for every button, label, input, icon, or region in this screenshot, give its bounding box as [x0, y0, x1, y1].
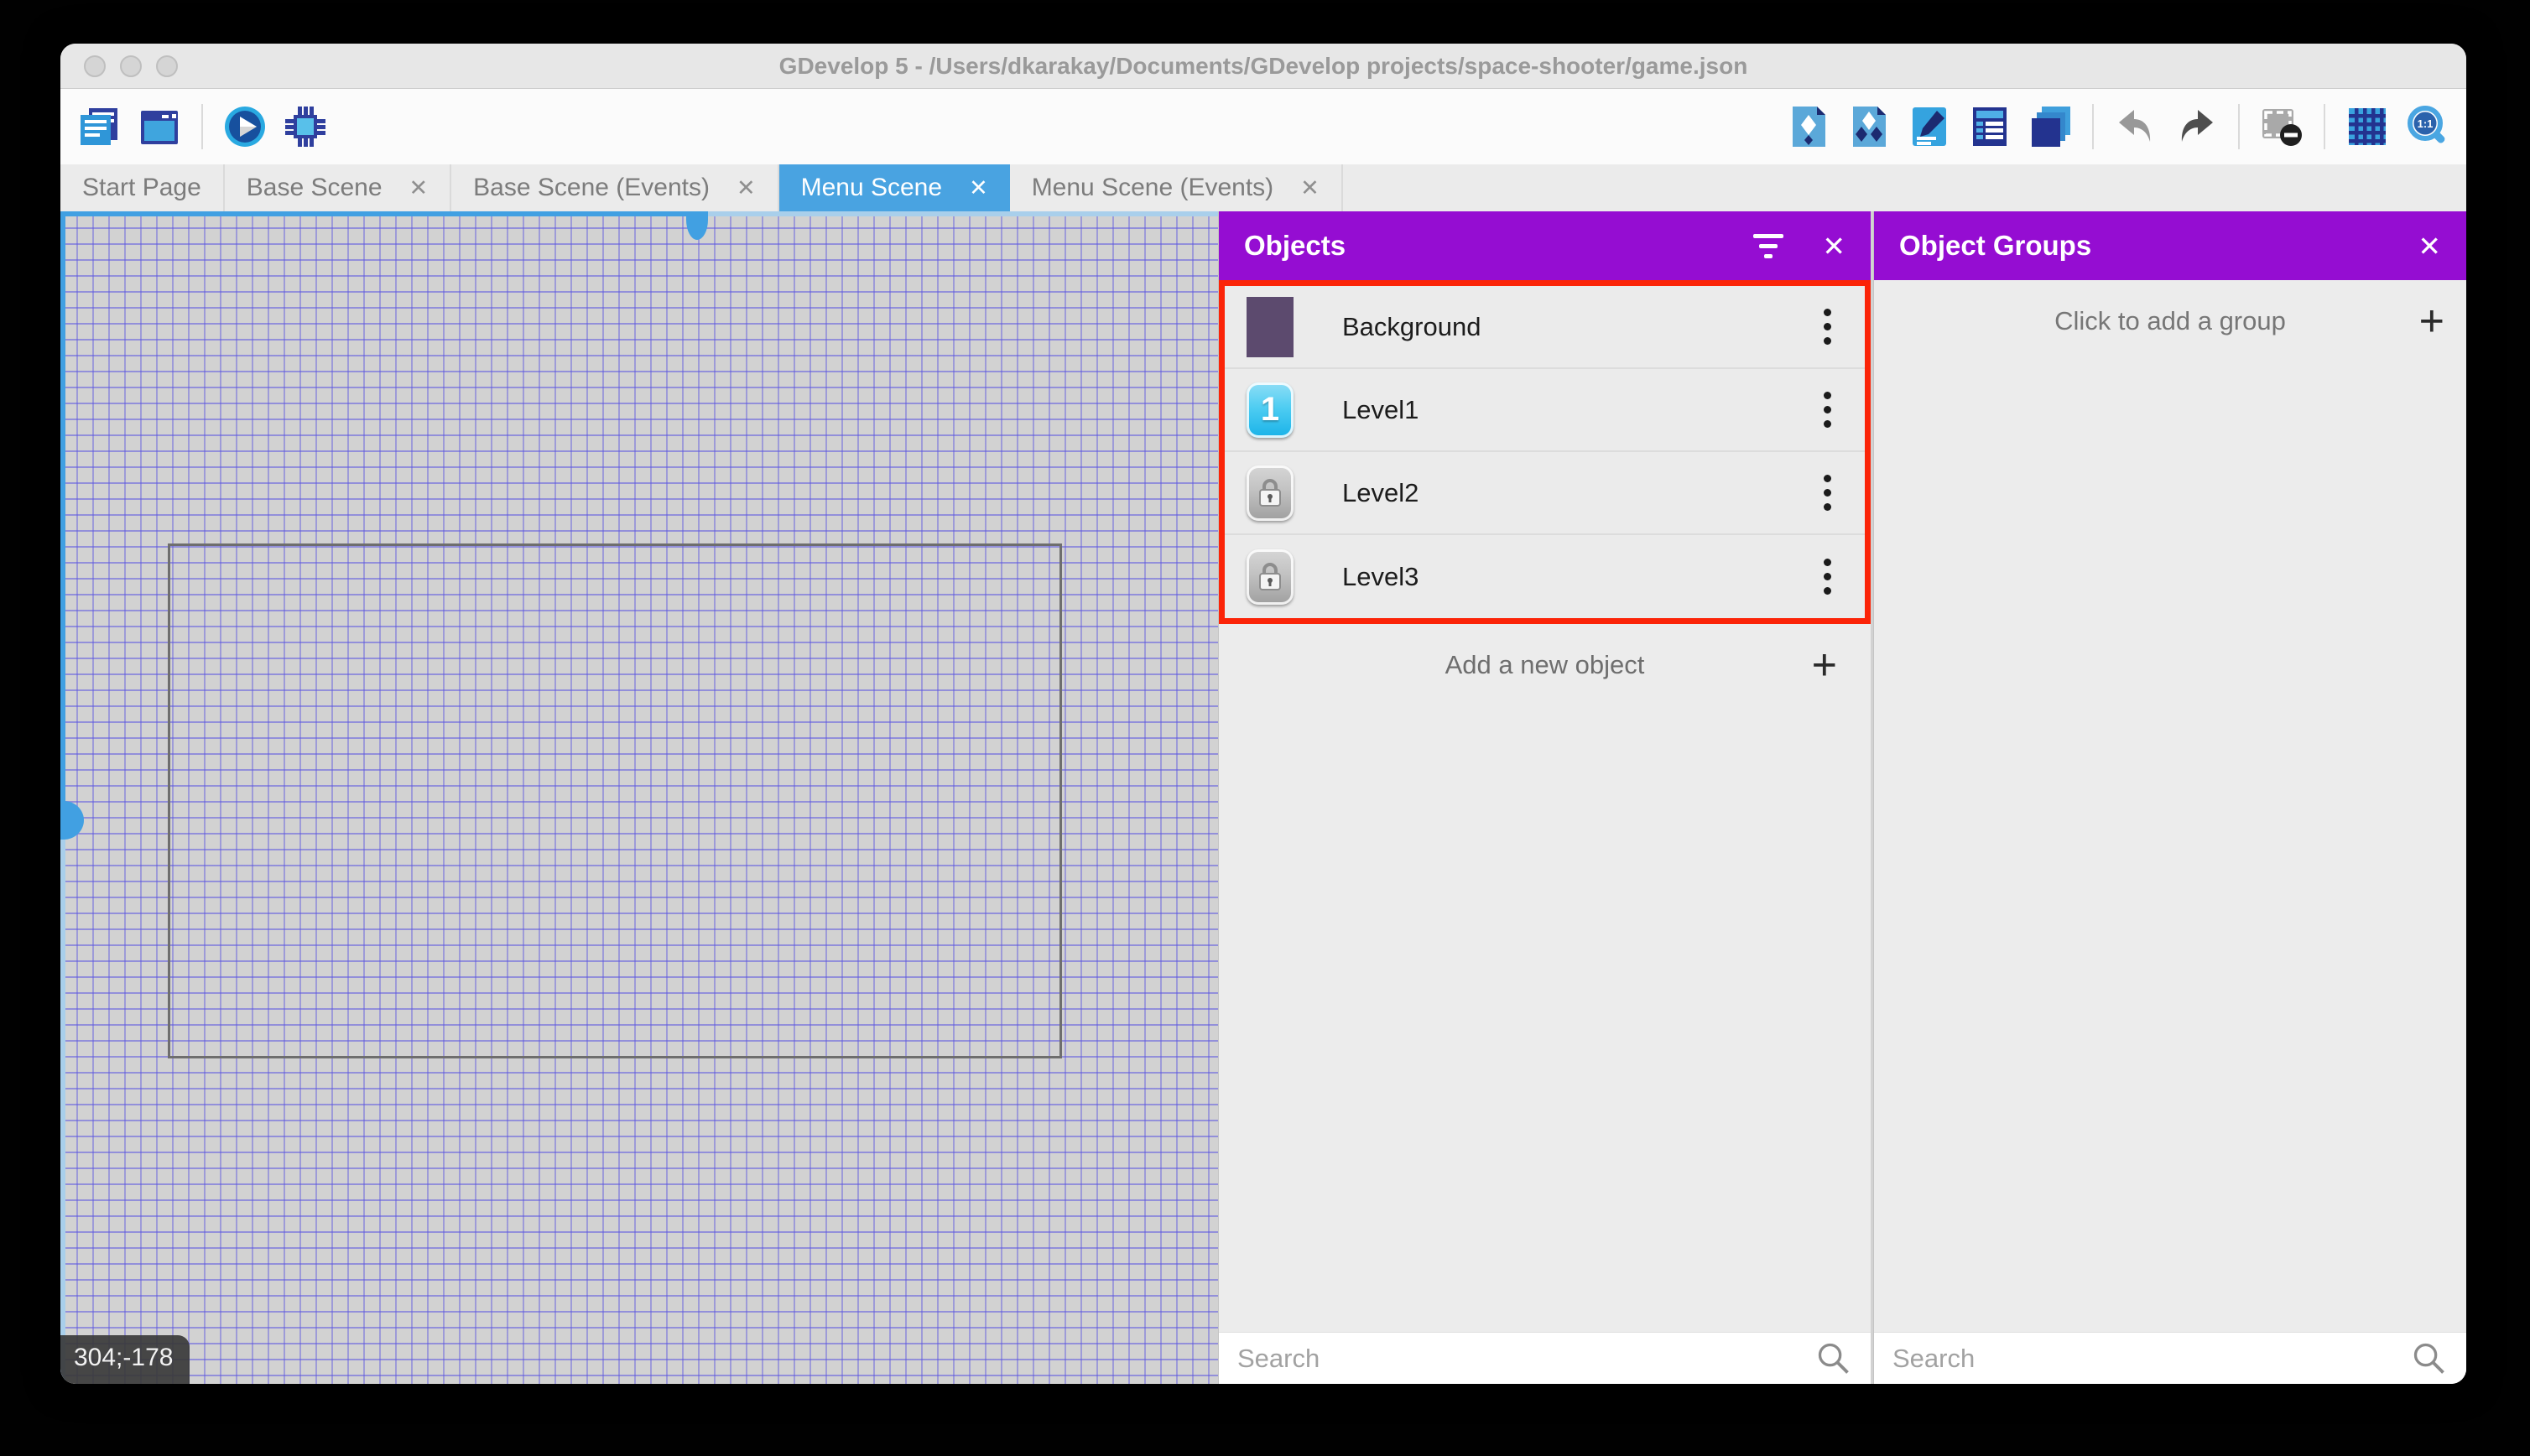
objects-panel: Objects ✕ Background 1 Level1 Level2 Lev… [1218, 211, 1871, 1384]
main-content: 304;-178 Objects ✕ Background 1 Level1 L… [60, 211, 2466, 1384]
tab-label: Base Scene (Events) [473, 174, 710, 201]
undo-icon[interactable] [2114, 105, 2158, 148]
object-groups-empty-space [1874, 362, 2466, 1332]
add-group-label: Click to add a group [2054, 306, 2286, 335]
horizontal-scrollbar-thumb[interactable] [686, 211, 708, 240]
toolbar-separator [2238, 104, 2240, 149]
window-title: GDevelop 5 - /Users/dkarakay/Documents/G… [778, 52, 1748, 79]
zoom-1-1-icon[interactable]: 1:1 [2406, 105, 2449, 148]
vertical-scrollbar-track [60, 211, 65, 818]
object-row-level1[interactable]: 1 Level1 [1225, 369, 1865, 452]
level1-glyph: 1 [1247, 382, 1294, 438]
zoom-ratio-label: 1:1 [2418, 117, 2434, 130]
objects-panel-header: Objects ✕ [1219, 211, 1871, 280]
tab-label: Menu Scene [800, 174, 943, 201]
object-name: Level1 [1342, 394, 1419, 424]
layers-icon[interactable] [2028, 105, 2072, 148]
scene-canvas[interactable]: 304;-178 [60, 211, 1218, 1384]
search-icon [2411, 1340, 2448, 1377]
objects-search-input[interactable] [1237, 1343, 1815, 1374]
close-tab-icon[interactable]: ✕ [1300, 176, 1320, 200]
properties-icon[interactable] [1908, 105, 1951, 148]
add-new-object-button[interactable]: Add a new object + [1219, 624, 1871, 706]
editor-tab-bar: Start Page Base Scene ✕ Base Scene (Even… [60, 164, 2466, 211]
gdevelop-window: GDevelop 5 - /Users/dkarakay/Documents/G… [60, 44, 2466, 1384]
scene-window-bounds [168, 543, 1062, 1058]
preview-window-icon[interactable] [138, 105, 181, 148]
tab-menu-scene[interactable]: Menu Scene ✕ [778, 164, 1010, 211]
object-row-level3[interactable]: Level3 [1225, 535, 1865, 618]
object-menu-icon[interactable] [1812, 554, 1843, 600]
object-groups-panel-header: Object Groups ✕ [1874, 211, 2466, 280]
close-panel-icon[interactable]: ✕ [1822, 230, 1845, 263]
vertical-scrollbar-track [60, 818, 65, 1384]
vertical-scrollbar-thumb[interactable] [60, 801, 84, 840]
cursor-coordinates-badge: 304;-178 [60, 1335, 190, 1384]
object-menu-icon[interactable] [1812, 470, 1843, 516]
object-groups-panel: Object Groups ✕ Click to add a group + [1873, 211, 2466, 1384]
toolbar-separator [2092, 104, 2094, 149]
object-row-background[interactable]: Background [1225, 286, 1865, 369]
objects-list-highlight: Background 1 Level1 Level2 Level3 [1219, 280, 1871, 624]
toggle-window-mask-icon[interactable] [2260, 105, 2304, 148]
traffic-lights [84, 55, 178, 77]
add-group-button[interactable]: Click to add a group + [1874, 280, 2466, 362]
play-preview-icon[interactable] [223, 105, 267, 148]
toolbar-right-group: 1:1 [1778, 104, 2458, 149]
tab-base-scene[interactable]: Base Scene ✕ [225, 164, 452, 211]
toolbar-left-group [69, 104, 336, 149]
tab-label: Base Scene [246, 174, 383, 201]
tab-start-page[interactable]: Start Page [60, 164, 225, 211]
close-tab-icon[interactable]: ✕ [409, 176, 429, 200]
close-panel-icon[interactable]: ✕ [2418, 230, 2441, 263]
toolbar-separator [2324, 104, 2325, 149]
horizontal-scrollbar-track [60, 211, 701, 216]
level1-button-icon: 1 [1247, 379, 1294, 441]
close-tab-icon[interactable]: ✕ [737, 176, 756, 200]
object-name: Level2 [1342, 477, 1419, 507]
plus-icon[interactable]: + [1812, 643, 1837, 687]
add-new-object-label: Add a new object [1445, 650, 1645, 679]
objects-panel-title: Objects [1244, 230, 1346, 261]
plus-icon[interactable]: + [2419, 299, 2444, 343]
locked-button-icon [1247, 462, 1294, 524]
horizontal-scrollbar-track [701, 211, 1218, 216]
zoom-window-button[interactable] [156, 55, 178, 77]
instances-list-icon[interactable] [1968, 105, 2012, 148]
object-menu-icon[interactable] [1812, 387, 1843, 433]
close-tab-icon[interactable]: ✕ [969, 176, 988, 200]
tab-menu-scene-events[interactable]: Menu Scene (Events) ✕ [1010, 164, 1343, 211]
title-bar: GDevelop 5 - /Users/dkarakay/Documents/G… [60, 44, 2466, 89]
object-menu-icon[interactable] [1812, 304, 1843, 350]
object-name: Background [1342, 311, 1481, 341]
background-color-swatch-icon [1247, 296, 1294, 357]
objects-editor-icon[interactable] [1787, 105, 1830, 148]
tab-label: Menu Scene (Events) [1031, 174, 1274, 201]
object-groups-editor-icon[interactable] [1847, 105, 1891, 148]
close-window-button[interactable] [84, 55, 106, 77]
locked-button-icon [1247, 546, 1294, 608]
objects-panel-empty-space [1219, 706, 1871, 1332]
groups-search-input[interactable] [1892, 1343, 2411, 1374]
object-row-level2[interactable]: Level2 [1225, 452, 1865, 535]
tab-label: Start Page [82, 174, 201, 201]
objects-search-bar [1219, 1332, 1871, 1384]
debug-icon[interactable] [284, 105, 327, 148]
redo-icon[interactable] [2174, 105, 2218, 148]
tab-base-scene-events[interactable]: Base Scene (Events) ✕ [451, 164, 779, 211]
object-groups-panel-title: Object Groups [1899, 230, 2092, 261]
toggle-grid-icon[interactable] [2345, 105, 2389, 148]
toolbar-separator [201, 104, 203, 149]
object-name: Level3 [1342, 561, 1419, 591]
search-icon [1815, 1340, 1852, 1377]
minimize-window-button[interactable] [120, 55, 142, 77]
filter-icon[interactable] [1753, 233, 1784, 258]
groups-search-bar [1874, 1332, 2466, 1384]
main-toolbar: 1:1 [60, 89, 2466, 164]
project-manager-icon[interactable] [77, 105, 121, 148]
